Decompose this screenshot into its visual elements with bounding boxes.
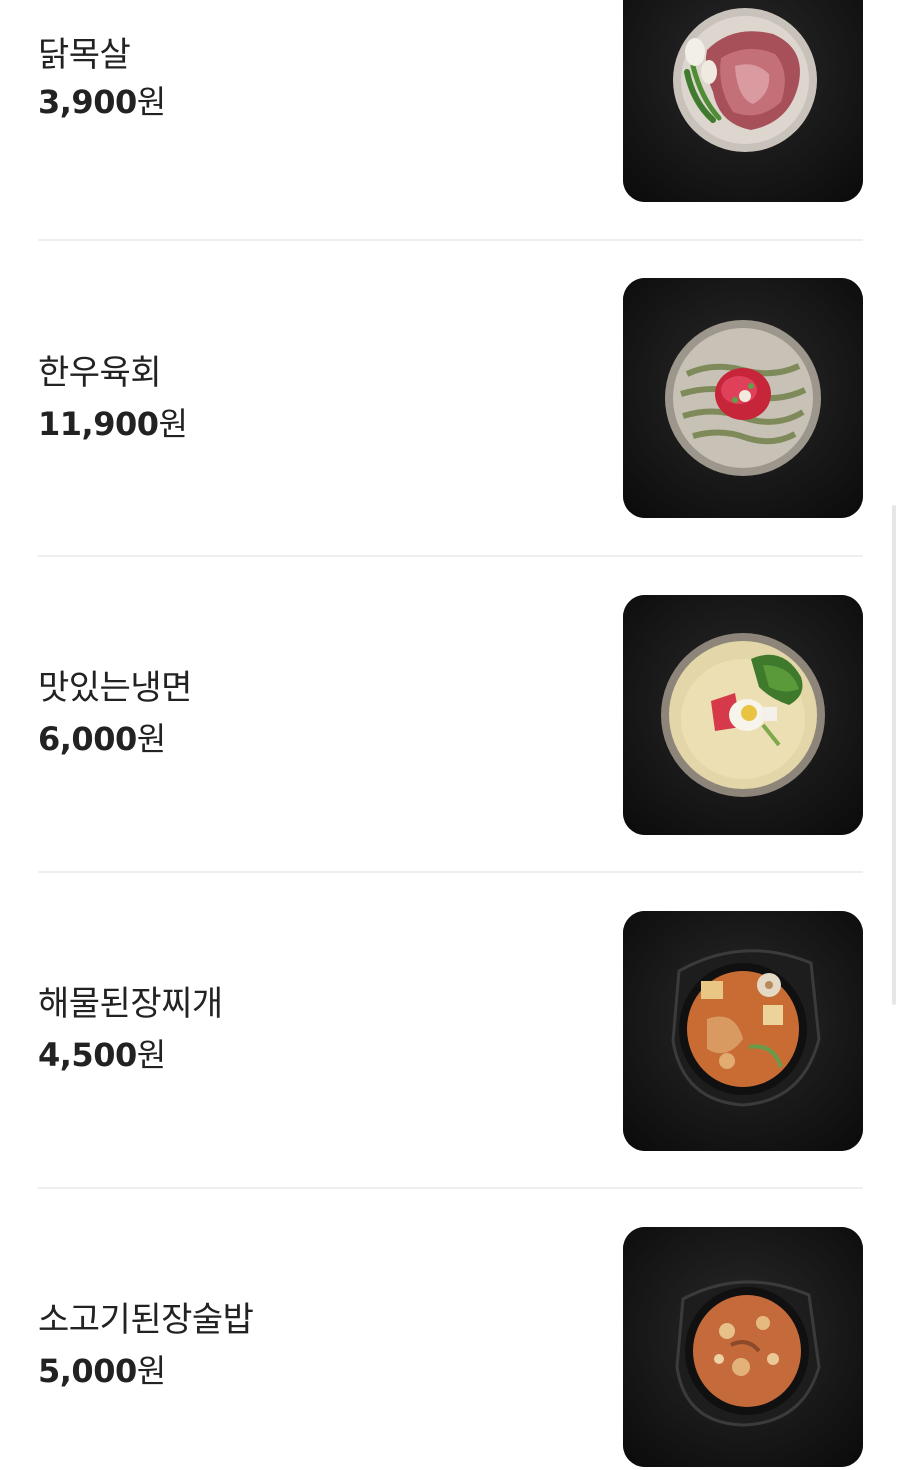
menu-item-photo[interactable]	[623, 595, 863, 835]
menu-item-beef-rice-stew[interactable]: 소고기된장술밥 5,000원	[38, 1227, 863, 1467]
menu-item-photo[interactable]	[623, 0, 863, 202]
divider	[38, 871, 863, 873]
menu-item-photo[interactable]	[623, 911, 863, 1151]
menu-item-price: 4,500원	[38, 1036, 166, 1074]
menu-item-chicken-neck[interactable]: 닭목살 3,900원	[38, 0, 863, 240]
divider	[38, 1187, 863, 1189]
menu-item-text: 해물된장찌개 4,500원	[38, 983, 223, 1075]
menu-item-text: 닭목살 3,900원	[38, 34, 166, 122]
menu-item-name: 해물된장찌개	[38, 984, 223, 1024]
menu-item-name: 닭목살	[38, 35, 131, 75]
menu-item-beef-tartare[interactable]: 한우육회 11,900원	[38, 278, 863, 520]
menu-item-price: 6,000원	[38, 720, 166, 758]
menu-item-text: 맛있는냉면 6,000원	[38, 667, 192, 759]
menu-item-text: 한우육회 11,900원	[38, 352, 188, 444]
menu-item-seafood-stew[interactable]: 해물된장찌개 4,500원	[38, 911, 863, 1151]
menu-item-price: 11,900원	[38, 405, 188, 443]
menu-item-cold-noodles[interactable]: 맛있는냉면 6,000원	[38, 595, 863, 835]
menu-item-name: 맛있는냉면	[38, 668, 192, 708]
menu-item-price: 3,900원	[38, 83, 166, 121]
scrollbar[interactable]	[892, 505, 896, 1005]
menu-item-price: 5,000원	[38, 1352, 166, 1390]
menu-item-name: 소고기된장술밥	[38, 1300, 254, 1340]
menu-item-photo[interactable]	[623, 278, 863, 518]
divider	[38, 239, 863, 241]
menu-item-text: 소고기된장술밥 5,000원	[38, 1299, 254, 1391]
menu-list: 닭목살 3,900원 한우육회 11,900원 맛있는냉면 6,000원 해물된…	[0, 0, 900, 1470]
menu-item-name: 한우육회	[38, 353, 162, 393]
divider	[38, 555, 863, 557]
menu-item-photo[interactable]	[623, 1227, 863, 1467]
